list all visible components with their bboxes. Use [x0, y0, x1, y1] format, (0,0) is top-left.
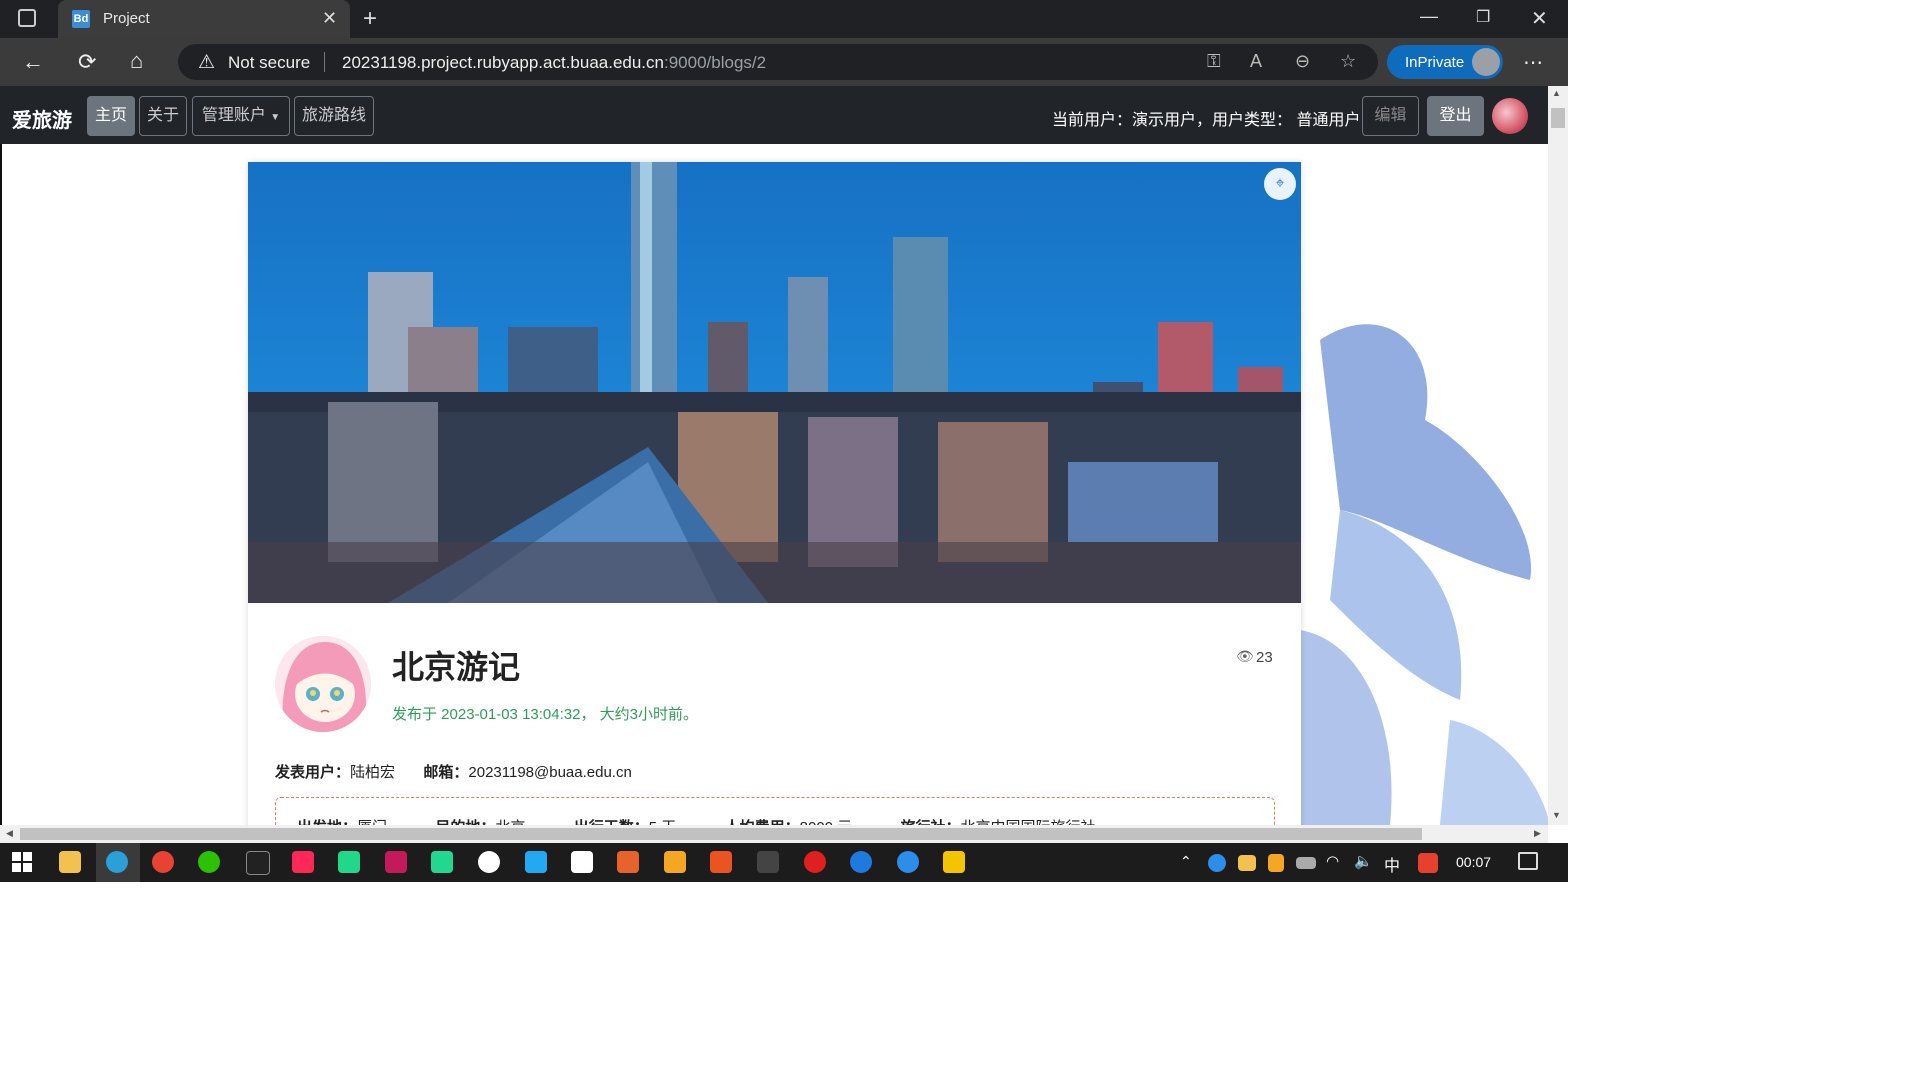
- vscode-icon[interactable]: [525, 851, 547, 873]
- scroll-up-icon[interactable]: ▲: [1552, 88, 1561, 98]
- netease-music-icon[interactable]: [804, 851, 826, 873]
- inprivate-label: InPrivate: [1405, 54, 1465, 71]
- notification-icon[interactable]: [1518, 852, 1538, 870]
- restore-icon[interactable]: ❐: [1476, 7, 1490, 27]
- logout-button[interactable]: 登出: [1427, 96, 1484, 136]
- rubymine-icon[interactable]: [385, 851, 407, 873]
- new-tab-icon[interactable]: +: [363, 5, 377, 33]
- published-time: 发布于 2023-01-03 13:04:32， 大约3小时前。: [392, 706, 698, 723]
- clion-icon[interactable]: [431, 851, 453, 873]
- nav-home-button[interactable]: 主页: [87, 96, 135, 136]
- flower-background-image: [1300, 300, 1550, 825]
- horizontal-scroll-thumb[interactable]: [20, 828, 1422, 840]
- terminal-icon[interactable]: [757, 851, 779, 873]
- scroll-down-icon[interactable]: ▼: [1552, 810, 1561, 820]
- site-brand[interactable]: 爱旅游: [12, 104, 72, 133]
- notion-icon[interactable]: [478, 851, 500, 873]
- blog-title: 北京游记: [392, 649, 521, 685]
- page-left-border: [0, 144, 2, 825]
- nav-manage-account-dropdown[interactable]: 管理账户 ▼: [192, 96, 290, 136]
- tray-folder-icon[interactable]: [1238, 855, 1256, 871]
- ubuntu-icon[interactable]: [710, 851, 732, 873]
- tray-check-icon[interactable]: [1208, 854, 1226, 872]
- key-icon[interactable]: ⚿: [1207, 51, 1221, 72]
- wifi-icon[interactable]: ◠: [1326, 852, 1339, 870]
- sogou-icon[interactable]: [1418, 853, 1438, 873]
- intellij-icon[interactable]: [292, 851, 314, 873]
- close-window-icon[interactable]: ✕: [1531, 6, 1548, 31]
- view-count: 23: [1256, 649, 1273, 666]
- nav-routes-button[interactable]: 旅游路线: [294, 96, 374, 136]
- user-avatar[interactable]: [1492, 98, 1528, 134]
- author-name: 陆柏宏: [350, 764, 396, 781]
- git-icon[interactable]: [664, 851, 686, 873]
- tray-shield-icon[interactable]: [1268, 854, 1284, 872]
- edge-icon[interactable]: [106, 851, 128, 873]
- more-menu-icon[interactable]: ⋯: [1523, 50, 1543, 75]
- pycharm-icon[interactable]: [338, 851, 360, 873]
- tab-title[interactable]: Project: [103, 10, 150, 27]
- volume-icon[interactable]: 🔈: [1354, 852, 1373, 870]
- blog-cover-image: [248, 162, 1301, 603]
- scroll-right-icon[interactable]: ▶: [1534, 828, 1541, 839]
- zoom-icon[interactable]: ⊖: [1295, 51, 1310, 72]
- taskbar-clock[interactable]: 00:07: [1456, 854, 1491, 870]
- current-user-text: 当前用户：演示用户，用户类型： 普通用户: [1052, 112, 1361, 129]
- address-separator: [324, 52, 325, 72]
- vertical-scroll-thumb[interactable]: [1551, 108, 1565, 128]
- tray-chevron-icon[interactable]: ⌃: [1180, 853, 1192, 870]
- kugou-icon[interactable]: [850, 851, 872, 873]
- minimize-icon[interactable]: —: [1420, 6, 1438, 27]
- wps-icon[interactable]: [943, 851, 965, 873]
- email-label: 邮箱：: [423, 764, 469, 781]
- chrome-icon[interactable]: [152, 851, 174, 873]
- file-explorer-icon[interactable]: [59, 851, 81, 873]
- eye-icon: 👁: [1236, 648, 1254, 664]
- reload-icon[interactable]: ⟳: [78, 49, 96, 75]
- author-label: 发表用户：: [275, 764, 351, 781]
- url-host: 20231198.project.rubyapp.act.buaa.edu.cn: [342, 53, 664, 72]
- author-info: 发表用户：陆柏宏 邮箱：20231198@buaa.edu.cn: [275, 761, 632, 782]
- security-label[interactable]: Not secure: [228, 53, 310, 73]
- url-path: :9000/blogs/2: [664, 53, 767, 72]
- vertical-scrollbar[interactable]: [1548, 86, 1568, 825]
- scroll-left-icon[interactable]: ◀: [6, 828, 13, 839]
- edit-button[interactable]: 编辑: [1362, 96, 1419, 136]
- nav-about-button[interactable]: 关于: [139, 96, 187, 136]
- back-icon[interactable]: ←: [22, 49, 44, 75]
- author-avatar: [275, 636, 371, 732]
- home-icon[interactable]: ⌂: [130, 48, 143, 74]
- typora-icon[interactable]: [571, 851, 593, 873]
- tab-actions-icon[interactable]: [18, 9, 36, 27]
- ime-indicator[interactable]: 中: [1384, 852, 1400, 876]
- tab-favicon-icon: Bd: [72, 10, 90, 28]
- warning-icon[interactable]: ⚠: [198, 51, 215, 74]
- profile-avatar[interactable]: [1472, 48, 1500, 76]
- favorites-icon[interactable]: ☆: [1340, 51, 1356, 72]
- browser-tab[interactable]: [58, 0, 350, 38]
- wechat-icon[interactable]: [198, 851, 220, 873]
- caret-down-icon: ▼: [270, 112, 281, 123]
- nav-manage-label: 管理账户: [201, 107, 266, 124]
- visual-search-icon[interactable]: ⌖: [1264, 168, 1296, 200]
- url-text[interactable]: 20231198.project.rubyapp.act.buaa.edu.cn…: [342, 53, 766, 73]
- read-aloud-icon[interactable]: A: [1250, 51, 1262, 72]
- check-app-icon[interactable]: [897, 851, 919, 873]
- start-icon[interactable]: [12, 852, 32, 872]
- qq-icon[interactable]: [246, 851, 270, 875]
- author-email: 20231198@buaa.edu.cn: [468, 764, 632, 781]
- tab-close-icon[interactable]: ✕: [322, 8, 337, 29]
- battery-icon[interactable]: [1296, 857, 1316, 869]
- matlab-icon[interactable]: [617, 851, 639, 873]
